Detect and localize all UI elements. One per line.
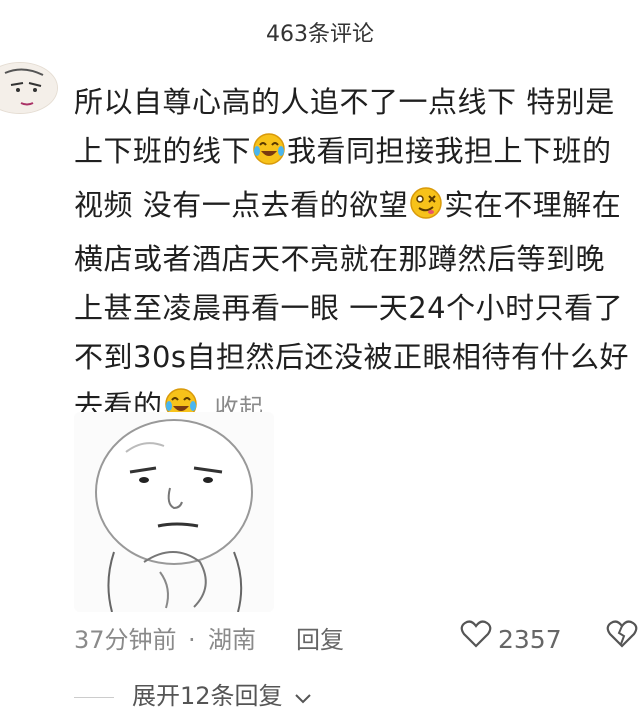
comment-meta: 37分钟前 · 湖南 回复 2357 (74, 620, 640, 660)
comments-header: 463条评论 (0, 0, 640, 70)
like-count: 2357 (498, 625, 562, 654)
comment-body: 所以自尊心高的人追不了一点线下 特别是 上下班的线下 我看同担接我担上下班的 视… (74, 78, 634, 436)
comment-line: 上下班的线下 我看同担接我担上下班的 (74, 127, 634, 181)
comment-line: 不到30s自担然后还没被正眼相待有什么好 (74, 340, 630, 374)
meta-separator: · (188, 626, 196, 654)
comment-line: 上甚至凌晨再看一眼 一天24个小时只看了 (74, 291, 624, 325)
crying-laughing-emoji-icon (252, 132, 286, 181)
comment-count-title: 463条评论 (266, 22, 374, 47)
location: 湖南 (208, 626, 256, 654)
comment-line: 所以自尊心高的人追不了一点线下 特别是 (74, 85, 615, 119)
drooling-emoji-icon (409, 186, 443, 235)
expand-replies-label: 展开12条回复 (132, 682, 283, 710)
comment-line: 横店或者酒店天不亮就在那蹲然后等到晚 (74, 242, 606, 276)
divider (74, 696, 114, 698)
broken-heart-icon[interactable] (606, 620, 638, 660)
chevron-down-icon (294, 677, 312, 717)
meme-sticker-image[interactable] (74, 412, 274, 612)
expand-replies-button[interactable]: 展开12条回复 (74, 676, 312, 716)
heart-outline-icon[interactable] (460, 620, 492, 660)
reply-button[interactable]: 回复 (296, 620, 344, 660)
timestamp: 37分钟前 (74, 626, 177, 654)
comment-line: 视频 没有一点去看的欲望 实在不理解在 (74, 181, 634, 235)
